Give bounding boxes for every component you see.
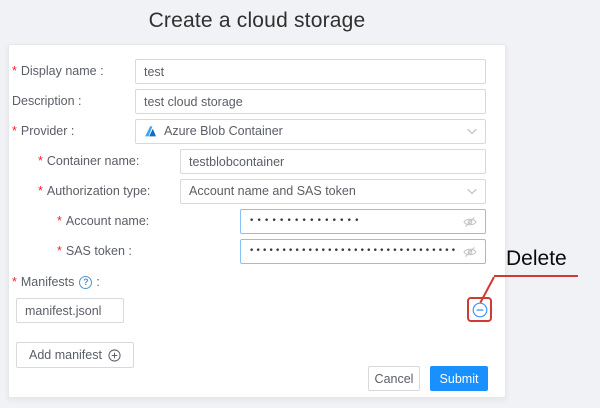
provider-select[interactable]: Azure Blob Container [135,119,486,144]
authorization-type-label: *Authorization type: [38,179,150,204]
eye-invisible-icon[interactable] [463,246,477,258]
required-marker: * [57,214,62,228]
provider-select-value: Azure Blob Container [164,120,461,143]
required-marker: * [57,244,62,258]
description-label: Description : [12,89,81,114]
required-marker: * [12,272,17,292]
manifests-label: * Manifests ? : [12,272,100,292]
help-icon[interactable]: ? [79,276,92,289]
submit-button[interactable]: Submit [430,366,488,391]
chevron-down-icon [467,188,477,195]
container-name-label: *Container name: [38,149,139,174]
display-name-input[interactable] [135,59,486,84]
required-marker: * [38,154,43,168]
account-name-label: *Account name: [57,209,149,234]
required-marker: * [12,124,17,138]
delete-annotation-label: Delete [506,247,567,271]
required-marker: * [38,184,43,198]
sas-token-input[interactable]: ••••••••••••••••••••••••••••••••••••••••… [240,239,486,264]
required-marker: * [12,64,17,78]
container-name-input[interactable] [180,149,486,174]
create-cloud-storage-screen: Create a cloud storage *Display name : D… [0,0,600,408]
add-manifest-label: Add manifest [29,348,102,362]
authorization-type-select-value: Account name and SAS token [189,180,461,203]
chevron-down-icon [467,128,477,135]
add-manifest-button[interactable]: Add manifest [16,342,134,368]
sas-token-label: *SAS token : [57,239,132,264]
eye-invisible-icon[interactable] [463,216,477,228]
page-title: Create a cloud storage [8,9,506,33]
delete-annotation-underline [494,275,578,277]
manifest-file-input[interactable] [16,298,124,323]
display-name-label: *Display name : [12,59,104,84]
description-input[interactable] [135,89,486,114]
cancel-button[interactable]: Cancel [368,366,420,391]
provider-label: *Provider : [12,119,74,144]
sas-token-masked-value: ••••••••••••••••••••••••••••••••••••••••… [249,240,457,263]
plus-circle-icon [108,349,121,362]
authorization-type-select[interactable]: Account name and SAS token [180,179,486,204]
account-name-masked-value: ••••••••••••••• [249,210,362,233]
account-name-input[interactable]: ••••••••••••••• [240,209,486,234]
azure-logo-icon [144,125,157,138]
delete-annotation-highlight-box [467,297,492,322]
